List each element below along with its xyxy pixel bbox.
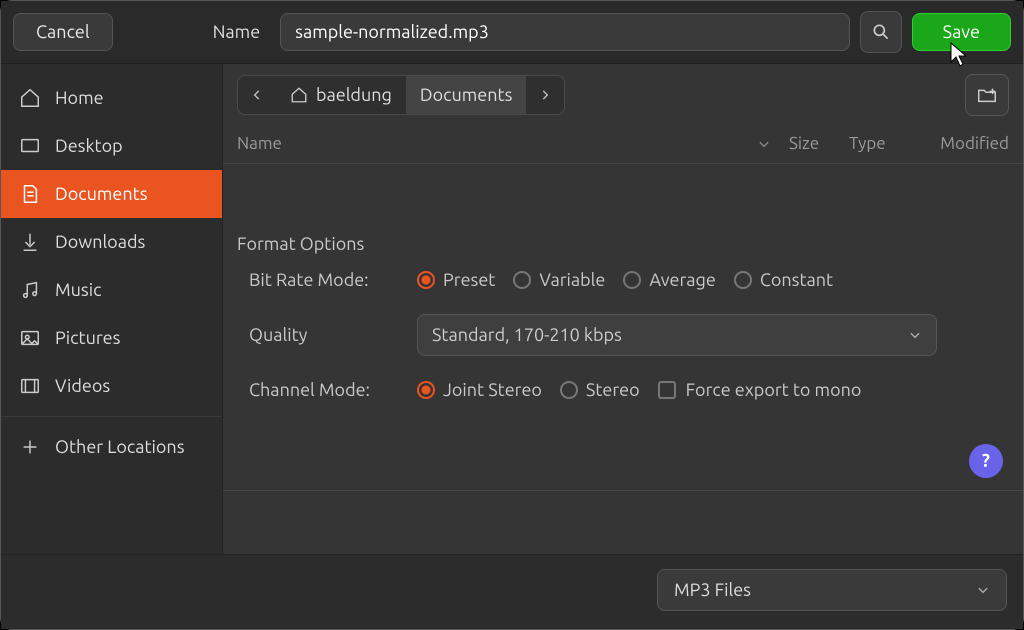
checkbox-force-mono[interactable]: Force export to mono (658, 380, 862, 400)
chevron-left-icon (250, 88, 264, 102)
filename-input[interactable] (280, 13, 849, 51)
breadcrumb-back-button[interactable] (238, 76, 276, 114)
plus-icon (19, 436, 41, 458)
breadcrumb: baeldung Documents (237, 75, 565, 115)
radio-bitrate-constant[interactable]: Constant (734, 270, 833, 290)
sidebar-item-label: Music (55, 280, 101, 300)
radio-label: Variable (539, 270, 605, 290)
file-table-header: Name Size Type Modified (223, 126, 1023, 164)
chevron-down-icon (757, 137, 771, 151)
radio-dot-icon (734, 271, 752, 289)
breadcrumb-user-label: baeldung (316, 85, 392, 105)
radio-label: Preset (443, 270, 495, 290)
videos-icon (19, 375, 41, 397)
breadcrumb-row: baeldung Documents (223, 64, 1023, 126)
channel-mode-row: Channel Mode: Joint Stereo Stereo Force … (249, 380, 1009, 400)
sidebar-item-label: Pictures (55, 328, 120, 348)
sidebar-item-music[interactable]: Music (1, 266, 222, 314)
music-icon (19, 279, 41, 301)
save-button[interactable]: Save (912, 13, 1011, 51)
breadcrumb-forward-button[interactable] (526, 76, 564, 114)
column-header-name[interactable]: Name (237, 134, 789, 153)
sidebar-item-home[interactable]: Home (1, 74, 222, 122)
sidebar-item-videos[interactable]: Videos (1, 362, 222, 410)
dialog-footer: MP3 Files (1, 554, 1023, 629)
bitrate-mode-label: Bit Rate Mode: (249, 270, 399, 290)
new-folder-icon (976, 84, 998, 106)
radio-channel-joint-stereo[interactable]: Joint Stereo (417, 380, 542, 400)
radio-dot-icon (513, 271, 531, 289)
sidebar-item-label: Desktop (55, 136, 123, 156)
file-format-value: MP3 Files (674, 580, 751, 600)
format-options-panel: Format Options Bit Rate Mode: Preset Var… (223, 164, 1023, 491)
sidebar-item-label: Downloads (55, 232, 145, 252)
quality-select[interactable]: Standard, 170-210 kbps (417, 314, 937, 356)
column-header-modified[interactable]: Modified (909, 134, 1009, 153)
sidebar-separator (1, 416, 222, 417)
breadcrumb-current-segment[interactable]: Documents (406, 76, 527, 114)
pictures-icon (19, 327, 41, 349)
help-button[interactable]: ? (969, 444, 1003, 478)
bitrate-mode-row: Bit Rate Mode: Preset Variable Average C… (249, 270, 1009, 290)
radio-channel-stereo[interactable]: Stereo (560, 380, 640, 400)
radio-bitrate-average[interactable]: Average (623, 270, 716, 290)
chevron-down-icon (976, 583, 990, 597)
column-header-size[interactable]: Size (789, 134, 849, 153)
file-save-dialog: Cancel Name Save Home Desktop Documents (0, 0, 1024, 630)
radio-dot-icon (560, 381, 578, 399)
sort-indicator (757, 137, 771, 151)
cancel-button[interactable]: Cancel (13, 13, 113, 51)
radio-dot-icon (623, 271, 641, 289)
desktop-icon (19, 135, 41, 157)
quality-select-value: Standard, 170-210 kbps (432, 325, 622, 345)
topbar: Cancel Name Save (1, 1, 1023, 64)
checkbox-label: Force export to mono (686, 380, 862, 400)
sidebar-item-documents[interactable]: Documents (1, 170, 222, 218)
format-options-title: Format Options (237, 234, 1009, 254)
dialog-body: Home Desktop Documents Downloads Music P… (1, 64, 1023, 554)
chevron-down-icon (908, 328, 922, 342)
quality-row: Quality Standard, 170-210 kbps (249, 314, 1009, 356)
home-icon (290, 86, 308, 104)
radio-label: Joint Stereo (443, 380, 542, 400)
sidebar-item-label: Videos (55, 376, 110, 396)
radio-label: Stereo (586, 380, 640, 400)
chevron-right-icon (538, 88, 552, 102)
sidebar-item-desktop[interactable]: Desktop (1, 122, 222, 170)
quality-label: Quality (249, 325, 399, 345)
radio-dot-icon (417, 381, 435, 399)
search-button[interactable] (860, 11, 902, 53)
radio-dot-icon (417, 271, 435, 289)
new-folder-button[interactable] (965, 74, 1009, 116)
radio-bitrate-variable[interactable]: Variable (513, 270, 605, 290)
sidebar: Home Desktop Documents Downloads Music P… (1, 64, 223, 554)
downloads-icon (19, 231, 41, 253)
column-header-type[interactable]: Type (849, 134, 909, 153)
breadcrumb-current-label: Documents (420, 85, 513, 105)
radio-label: Average (649, 270, 716, 290)
radio-bitrate-preset[interactable]: Preset (417, 270, 495, 290)
file-format-select[interactable]: MP3 Files (657, 569, 1007, 611)
breadcrumb-home-segment[interactable]: baeldung (276, 76, 406, 114)
radio-label: Constant (760, 270, 833, 290)
search-icon (871, 22, 891, 42)
sidebar-item-label: Documents (55, 184, 148, 204)
column-header-name-label: Name (237, 134, 282, 153)
sidebar-item-pictures[interactable]: Pictures (1, 314, 222, 362)
sidebar-item-downloads[interactable]: Downloads (1, 218, 222, 266)
main-panel: baeldung Documents Name (223, 64, 1023, 554)
sidebar-item-label: Home (55, 88, 104, 108)
sidebar-item-other-locations[interactable]: Other Locations (1, 423, 222, 471)
home-icon (19, 87, 41, 109)
checkbox-box-icon (658, 381, 676, 399)
sidebar-item-label: Other Locations (55, 437, 185, 457)
channel-mode-label: Channel Mode: (249, 380, 399, 400)
documents-icon (19, 183, 41, 205)
name-label: Name (213, 22, 261, 42)
